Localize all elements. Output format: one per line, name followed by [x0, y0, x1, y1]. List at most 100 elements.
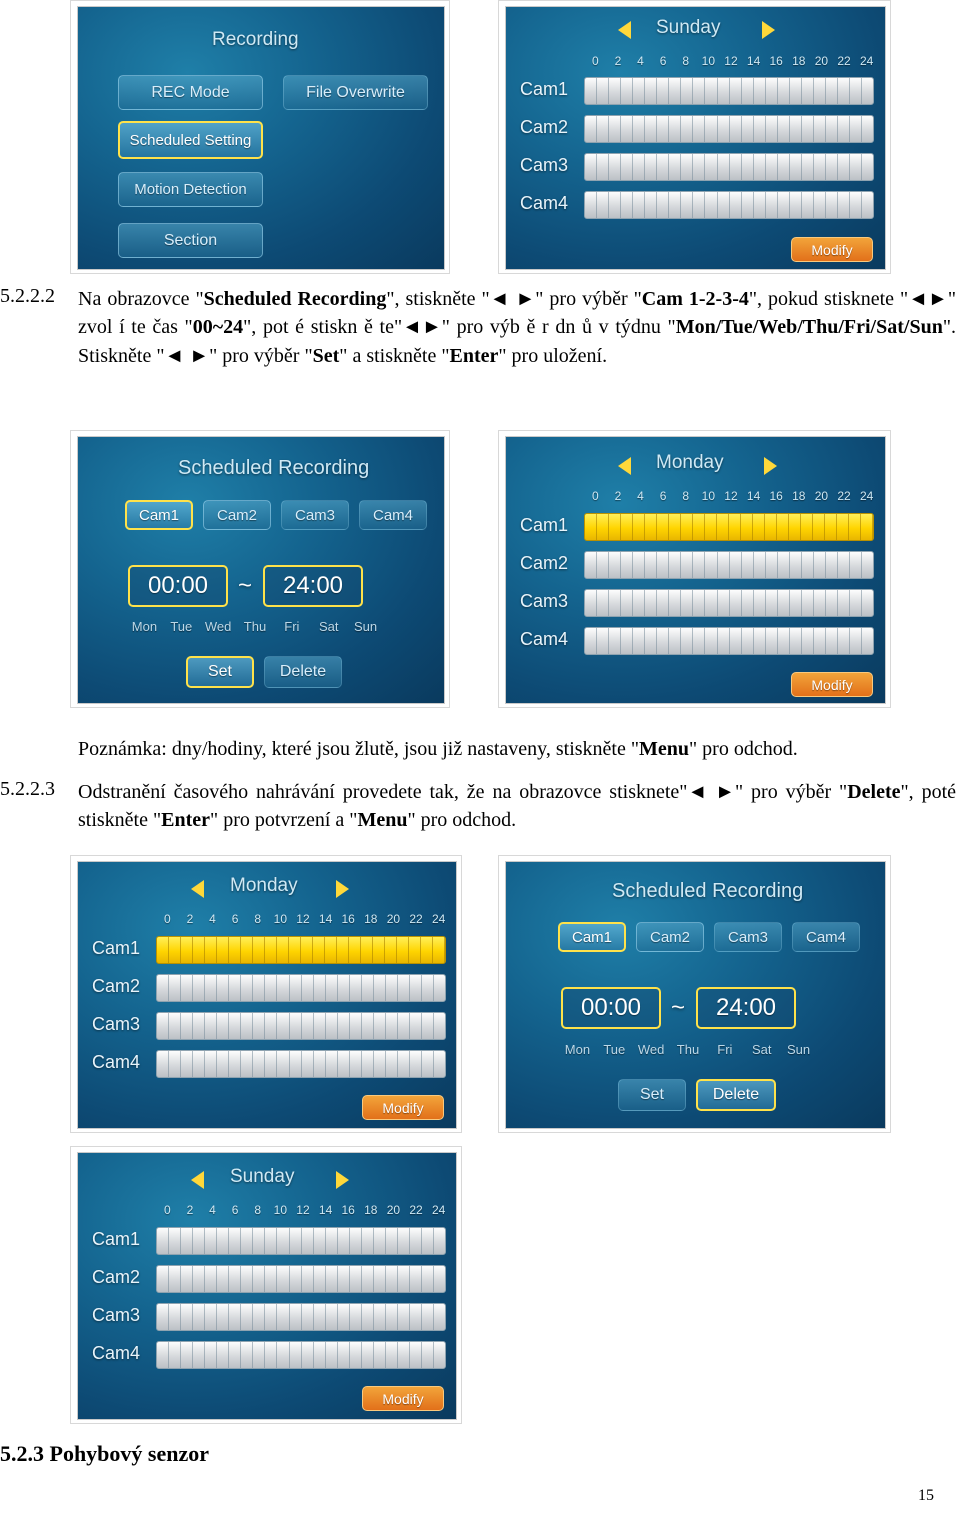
timeline-cell[interactable] [778, 192, 790, 218]
timeline-cell[interactable] [253, 975, 266, 1001]
timeline-cell[interactable] [681, 116, 694, 142]
timeline-cell[interactable] [422, 1304, 435, 1330]
timeline-cell[interactable] [621, 590, 634, 616]
timeline-cell[interactable] [826, 154, 838, 180]
day-chip-sat[interactable]: Sat [310, 619, 347, 634]
timeline-cell[interactable] [169, 975, 182, 1001]
timeline-cell[interactable] [434, 1266, 445, 1292]
timeline-cell[interactable] [633, 154, 646, 180]
timeline-cell[interactable] [718, 590, 730, 616]
timeline-cell[interactable] [657, 628, 670, 654]
timeline-cell[interactable] [585, 154, 598, 180]
timeline-cell[interactable] [229, 1304, 242, 1330]
timeline-cell[interactable] [850, 154, 863, 180]
timeline-cell[interactable] [609, 590, 622, 616]
timeline-cell[interactable] [314, 1304, 326, 1330]
timeline-cell[interactable] [633, 590, 646, 616]
timeline-cell[interactable] [290, 1013, 302, 1039]
timeline-cell[interactable] [338, 1342, 350, 1368]
timeline-cell[interactable] [409, 937, 421, 963]
timeline-cell[interactable] [410, 1013, 423, 1039]
timeline-cell[interactable] [754, 552, 766, 578]
timeline-cell[interactable] [754, 78, 766, 104]
timeline-cell[interactable] [802, 78, 814, 104]
timeline-cell[interactable] [657, 590, 670, 616]
timeline-cell[interactable] [193, 1228, 206, 1254]
timeline-cell[interactable] [205, 937, 217, 963]
timeline-cell[interactable] [302, 1013, 314, 1039]
timeline-cell[interactable] [766, 192, 778, 218]
day-chip-thu[interactable]: Thu [237, 619, 274, 634]
timeline-cell[interactable] [338, 1013, 350, 1039]
timeline-cell[interactable] [705, 154, 718, 180]
timeline-cell[interactable] [157, 1013, 170, 1039]
timeline-cell[interactable] [169, 1051, 182, 1077]
timeline-cell[interactable] [277, 1228, 290, 1254]
timeline-cell[interactable] [193, 937, 205, 963]
timeline-cell[interactable] [754, 590, 766, 616]
timeline-cell[interactable] [669, 514, 681, 540]
timeline-cell[interactable] [241, 1051, 254, 1077]
timeline-cell[interactable] [386, 1266, 398, 1292]
timeline-cell[interactable] [350, 975, 362, 1001]
timeline-cell[interactable] [645, 552, 658, 578]
timeline-cell[interactable] [241, 1228, 254, 1254]
timeline-cell[interactable] [422, 1013, 435, 1039]
timeline-cell[interactable] [609, 78, 622, 104]
timeline-cell[interactable] [814, 590, 826, 616]
timeline-cell[interactable] [705, 590, 718, 616]
timeline-cell[interactable] [398, 1266, 410, 1292]
timeline-cell[interactable] [633, 116, 646, 142]
timeline-cell[interactable] [350, 1013, 362, 1039]
timeline-cell[interactable] [826, 78, 838, 104]
timeline-cell[interactable] [718, 78, 730, 104]
timeline-cell[interactable] [693, 552, 706, 578]
timeline-cell[interactable] [217, 975, 230, 1001]
timeline-cell[interactable] [681, 552, 694, 578]
timeline-cell[interactable] [730, 78, 742, 104]
timeline-cell[interactable] [434, 1013, 445, 1039]
timeline-cell[interactable] [825, 514, 837, 540]
timeline-cell[interactable] [253, 1266, 266, 1292]
timeline-cell[interactable] [705, 78, 718, 104]
timeline-cell[interactable] [693, 154, 706, 180]
timeline-cell[interactable] [326, 1304, 338, 1330]
timeline-cell[interactable] [229, 1013, 242, 1039]
day-chip-thu[interactable]: Thu [670, 1042, 707, 1057]
timeline-cell[interactable] [645, 628, 658, 654]
timeline-cell[interactable] [862, 192, 873, 218]
cam3-timeline-bar[interactable] [156, 1303, 446, 1331]
timeline-cell[interactable] [422, 1228, 435, 1254]
timeline-cell[interactable] [217, 1013, 230, 1039]
cam1-timeline-bar[interactable] [156, 936, 446, 964]
timeline-cell[interactable] [229, 937, 241, 963]
timeline-cell[interactable] [718, 628, 730, 654]
timeline-cell[interactable] [398, 975, 410, 1001]
cam4-timeline-bar[interactable] [584, 191, 874, 219]
timeline-cell[interactable] [790, 590, 802, 616]
timeline-cell[interactable] [205, 975, 218, 1001]
timeline-cell[interactable] [693, 116, 706, 142]
next-day-arrow-icon[interactable] [336, 1171, 349, 1189]
timeline-cell[interactable] [265, 937, 277, 963]
timeline-cell[interactable] [422, 1266, 435, 1292]
timeline-cell[interactable] [802, 116, 814, 142]
timeline-cell[interactable] [669, 590, 682, 616]
timeline-cell[interactable] [778, 628, 790, 654]
timeline-cell[interactable] [730, 552, 742, 578]
cam3-tab[interactable]: Cam3 [714, 922, 782, 952]
timeline-cell[interactable] [386, 1304, 398, 1330]
timeline-cell[interactable] [229, 1228, 242, 1254]
timeline-cell[interactable] [193, 1013, 206, 1039]
timeline-cell[interactable] [621, 78, 634, 104]
timeline-cell[interactable] [374, 1342, 386, 1368]
timeline-cell[interactable] [217, 937, 229, 963]
timeline-cell[interactable] [169, 937, 181, 963]
section-button[interactable]: Section [118, 223, 263, 258]
cam2-timeline-bar[interactable] [584, 551, 874, 579]
timeline-cell[interactable] [597, 154, 610, 180]
timeline-cell[interactable] [621, 552, 634, 578]
timeline-cell[interactable] [410, 1266, 423, 1292]
timeline-cell[interactable] [597, 590, 610, 616]
timeline-cell[interactable] [609, 116, 622, 142]
